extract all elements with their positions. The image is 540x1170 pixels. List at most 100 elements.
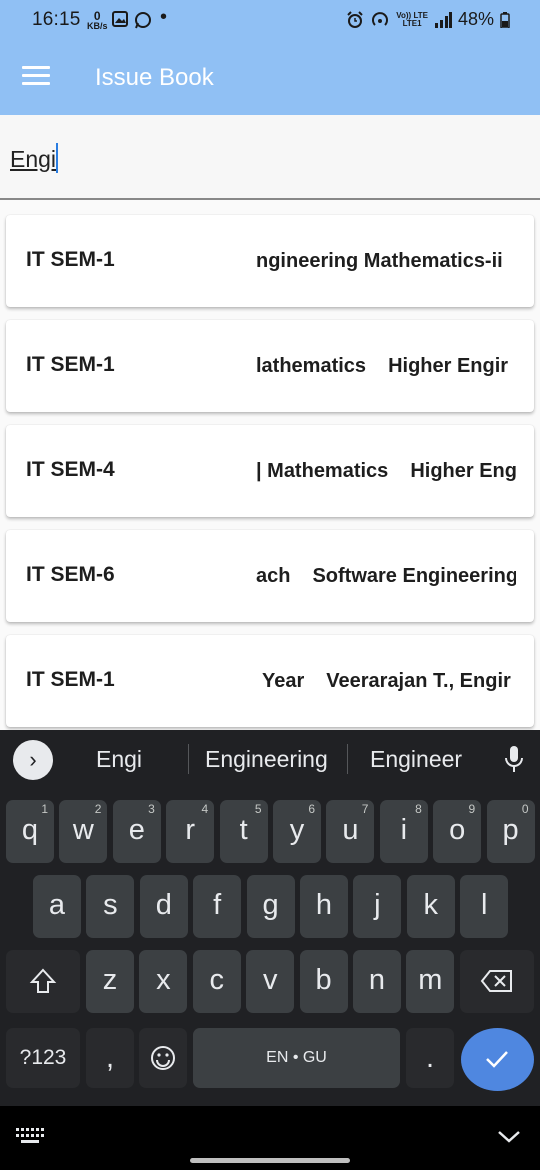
- microphone-icon[interactable]: [504, 744, 524, 776]
- shift-icon: [29, 968, 57, 993]
- key-e[interactable]: e3: [112, 800, 161, 863]
- result-card[interactable]: IT SEM-4 | Mathematics Higher Eng: [6, 425, 534, 517]
- key-a[interactable]: a: [33, 875, 81, 938]
- suggestion-1[interactable]: Engi: [96, 746, 142, 773]
- chevron-right-icon[interactable]: ›: [13, 740, 53, 780]
- backspace-icon: [480, 970, 512, 992]
- key-hint: 4: [201, 802, 209, 816]
- hide-keyboard-icon[interactable]: [496, 1126, 522, 1146]
- book-list[interactable]: ngineering Mathematics-ii: [250, 250, 516, 280]
- key-label: a: [48, 889, 66, 921]
- key-l[interactable]: l: [460, 875, 509, 938]
- status-right: Vo)) LTE LTE1 48%: [346, 9, 510, 30]
- soft-keyboard: › Engi Engineering Engineer q1w2e3r4t5y6…: [0, 730, 540, 1106]
- key-q[interactable]: q1: [6, 800, 54, 863]
- suggestion-3[interactable]: Engineer: [370, 746, 462, 773]
- book-list[interactable]: | Mathematics Higher Eng: [250, 460, 516, 490]
- key-w[interactable]: w2: [59, 800, 108, 863]
- text-cursor: [56, 143, 58, 173]
- backspace-key[interactable]: [460, 950, 534, 1013]
- key-label: b: [315, 964, 332, 996]
- hamburger-menu-icon[interactable]: [22, 66, 50, 90]
- key-o[interactable]: o9: [433, 800, 482, 863]
- key-d[interactable]: d: [139, 875, 188, 938]
- comma-key[interactable]: ,: [86, 1028, 134, 1088]
- book-title: Higher Eng: [410, 460, 516, 482]
- home-gesture-bar[interactable]: [190, 1158, 350, 1163]
- result-card[interactable]: IT SEM-1 Year Veerarajan T., Engir: [6, 635, 534, 727]
- key-y[interactable]: y6: [273, 800, 321, 863]
- key-label: e: [128, 814, 145, 846]
- search-input[interactable]: [10, 139, 510, 179]
- key-f[interactable]: f: [193, 875, 242, 938]
- whatsapp-icon: [135, 12, 151, 29]
- semester-label: IT SEM-4: [26, 458, 115, 481]
- key-label: z: [102, 964, 118, 996]
- keyboard-switch-icon[interactable]: [16, 1128, 44, 1146]
- book-title: Year: [262, 670, 305, 692]
- result-card[interactable]: IT SEM-1 ngineering Mathematics-ii: [6, 215, 534, 307]
- key-k[interactable]: k: [406, 875, 455, 938]
- key-r[interactable]: r4: [166, 800, 215, 863]
- key-hint: 0: [521, 802, 529, 816]
- key-label: n: [368, 964, 386, 996]
- key-p[interactable]: p0: [486, 800, 535, 863]
- results-list[interactable]: IT SEM-1 ngineering Mathematics-ii IT SE…: [0, 200, 540, 730]
- key-z[interactable]: z: [86, 950, 134, 1013]
- key-t[interactable]: t5: [219, 800, 268, 863]
- navigation-bar: [0, 1106, 540, 1170]
- key-hint: 8: [415, 802, 422, 816]
- key-n[interactable]: n: [353, 950, 401, 1013]
- key-i[interactable]: i8: [379, 800, 428, 863]
- result-card[interactable]: IT SEM-6 ach Software Engineering: [6, 530, 534, 622]
- app-bar: Issue Book: [0, 42, 540, 115]
- key-b[interactable]: b: [299, 950, 348, 1013]
- key-hint: 2: [94, 802, 102, 816]
- notification-dot-icon: •: [160, 6, 168, 28]
- key-label: t: [239, 814, 248, 846]
- key-m[interactable]: m: [406, 950, 455, 1013]
- book-title: ngineering Mathematics-ii: [256, 250, 503, 272]
- battery-icon: [500, 11, 510, 28]
- key-x[interactable]: x: [139, 950, 188, 1013]
- key-label: ,: [105, 1042, 115, 1074]
- key-label: m: [418, 964, 443, 996]
- semester-label: IT SEM-6: [26, 563, 115, 586]
- key-label: f: [213, 889, 222, 921]
- key-s[interactable]: s: [86, 875, 135, 938]
- key-c[interactable]: c: [192, 950, 241, 1013]
- book-title: Higher Engir: [388, 355, 509, 377]
- key-label: o: [449, 814, 466, 846]
- key-v[interactable]: v: [246, 950, 295, 1013]
- status-time: 16:15: [32, 9, 81, 30]
- search-bar: [0, 115, 540, 200]
- key-g[interactable]: g: [246, 875, 295, 938]
- book-title: Veerarajan T., Engir: [326, 670, 511, 692]
- key-label: v: [262, 964, 278, 996]
- key-label: l: [480, 889, 488, 921]
- key-h[interactable]: h: [300, 875, 348, 938]
- emoji-key[interactable]: [139, 1028, 187, 1088]
- key-u[interactable]: u7: [326, 800, 375, 863]
- shift-key[interactable]: [6, 950, 80, 1013]
- semester-label: IT SEM-1: [26, 248, 115, 271]
- suggestion-2[interactable]: Engineering: [205, 746, 328, 773]
- hotspot-icon: [372, 11, 389, 26]
- enter-key[interactable]: [461, 1028, 534, 1091]
- key-label: r: [185, 814, 196, 846]
- symbols-key[interactable]: ?123: [6, 1028, 80, 1088]
- book-list[interactable]: lathematics Higher Engir: [250, 355, 516, 385]
- period-key[interactable]: .: [406, 1028, 454, 1088]
- key-label: p: [502, 814, 519, 846]
- book-strip: Year Veerarajan T., Engir: [262, 670, 516, 693]
- book-title: ach: [256, 565, 291, 587]
- book-list[interactable]: Year Veerarajan T., Engir: [250, 670, 516, 700]
- key-label: h: [315, 889, 333, 921]
- key-j[interactable]: j: [353, 875, 402, 938]
- gallery-icon: [112, 11, 128, 27]
- key-label: y: [289, 814, 305, 846]
- book-list[interactable]: ach Software Engineering: [250, 565, 516, 595]
- key-label: w: [72, 814, 94, 846]
- result-card[interactable]: IT SEM-1 lathematics Higher Engir: [6, 320, 534, 412]
- space-key[interactable]: EN • GU: [193, 1028, 400, 1088]
